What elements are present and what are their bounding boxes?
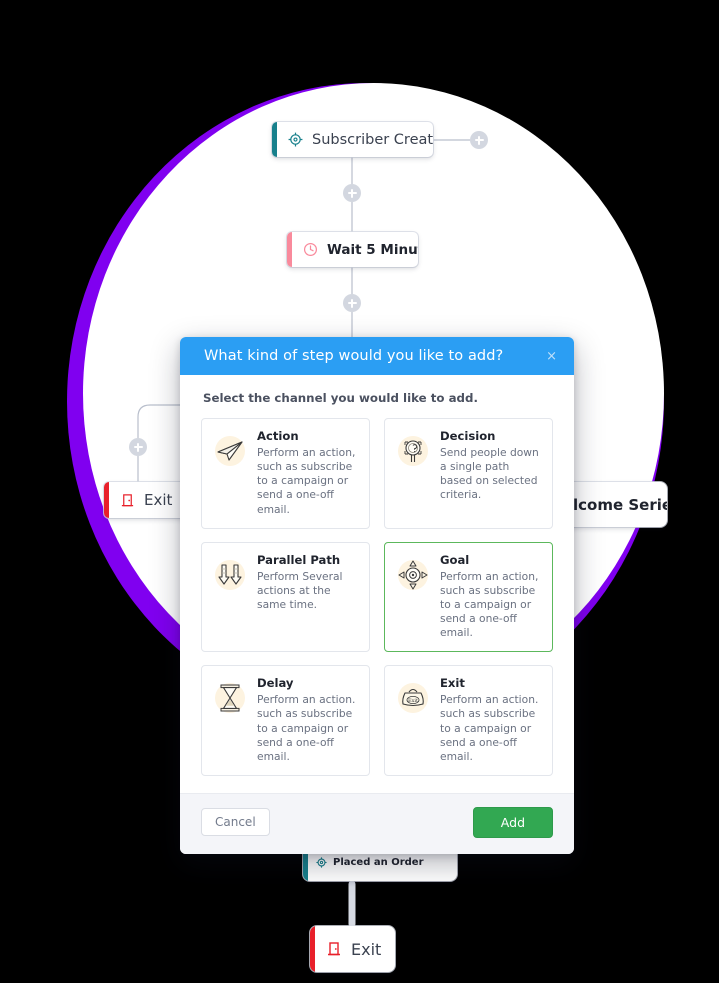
node-label: Placed an Order xyxy=(333,856,424,868)
clock-icon xyxy=(303,242,318,257)
magnifier-icon xyxy=(394,429,432,473)
option-description: Perform Several actions at the same time… xyxy=(257,569,343,611)
modal-footer: Cancel Add xyxy=(180,792,574,854)
option-card-parallel-path[interactable]: Parallel Path Perform Several actions at… xyxy=(201,541,370,653)
cancel-button[interactable]: Cancel xyxy=(201,808,270,837)
step-type-grid: Action Perform an action, such as subscr… xyxy=(201,418,553,776)
modal-subtitle: Select the channel you would like to add… xyxy=(203,391,478,405)
node-subscriber-created[interactable]: Subscriber Created xyxy=(272,122,433,157)
paper-plane-icon xyxy=(211,429,249,473)
option-card-delay[interactable]: Delay Perform an action. such as subscri… xyxy=(201,665,370,776)
door-icon xyxy=(120,493,135,508)
node-label: Wait 5 Minutes xyxy=(327,241,418,258)
option-description: Send people down a single path based on … xyxy=(440,446,539,502)
option-title: Parallel Path xyxy=(257,552,341,567)
option-description: Perform an action, such as subscribe to … xyxy=(440,569,539,640)
option-description: Perform an action. such as subscribe to … xyxy=(257,693,356,763)
node-exit-bottom[interactable]: Exit xyxy=(310,926,395,972)
option-card-decision[interactable]: Decision Send people down a single path … xyxy=(384,418,553,529)
node-exit-left[interactable]: Exit xyxy=(104,482,189,518)
option-title: Decision xyxy=(440,429,496,443)
add-step-below-wait-button[interactable] xyxy=(343,294,361,312)
exit-bag-icon: Exit xyxy=(394,676,432,720)
workflow-builder-screen: Subscriber Created Wait 5 Minutes xyxy=(0,0,719,983)
add-step-after-subscriber-button[interactable] xyxy=(470,131,488,149)
close-icon[interactable]: × xyxy=(543,346,560,367)
hourglass-icon xyxy=(211,676,249,720)
add-step-modal: What kind of step would you like to add?… xyxy=(180,337,574,854)
modal-title: What kind of step would you like to add? xyxy=(204,348,504,364)
option-card-action[interactable]: Action Perform an action, such as subscr… xyxy=(201,418,370,529)
option-title: Action xyxy=(257,429,299,443)
modal-header: What kind of step would you like to add?… xyxy=(180,337,574,375)
option-title: Goal xyxy=(440,552,470,567)
node-wait-5-minutes[interactable]: Wait 5 Minutes xyxy=(287,232,418,267)
add-step-branch-left-button[interactable] xyxy=(129,438,147,456)
option-title: Exit xyxy=(440,676,465,691)
door-icon xyxy=(326,941,342,957)
node-label: Subscriber Created xyxy=(312,131,433,148)
add-step-below-subscriber-button[interactable] xyxy=(343,184,361,202)
option-description: Perform an action, such as subscribe to … xyxy=(257,446,356,516)
target-icon xyxy=(316,856,327,868)
add-button[interactable]: Add xyxy=(472,806,553,838)
option-card-exit[interactable]: Exit Exit Perform an action. such as sub… xyxy=(384,665,553,776)
option-card-goal[interactable]: Goal Perform an action, such as subscrib… xyxy=(384,541,553,653)
option-title: Delay xyxy=(257,676,294,691)
node-label: lcome Series xyxy=(573,495,667,514)
target-crosshair-icon xyxy=(394,553,432,597)
two-arrows-icon xyxy=(211,553,249,597)
node-label: Exit xyxy=(144,491,173,509)
option-description: Perform an action. such as subscribe to … xyxy=(440,693,539,763)
svg-text:Exit: Exit xyxy=(408,698,418,704)
modal-body: Select the channel you would like to add… xyxy=(180,375,574,780)
node-label: Exit xyxy=(351,939,382,959)
target-icon xyxy=(288,132,303,147)
